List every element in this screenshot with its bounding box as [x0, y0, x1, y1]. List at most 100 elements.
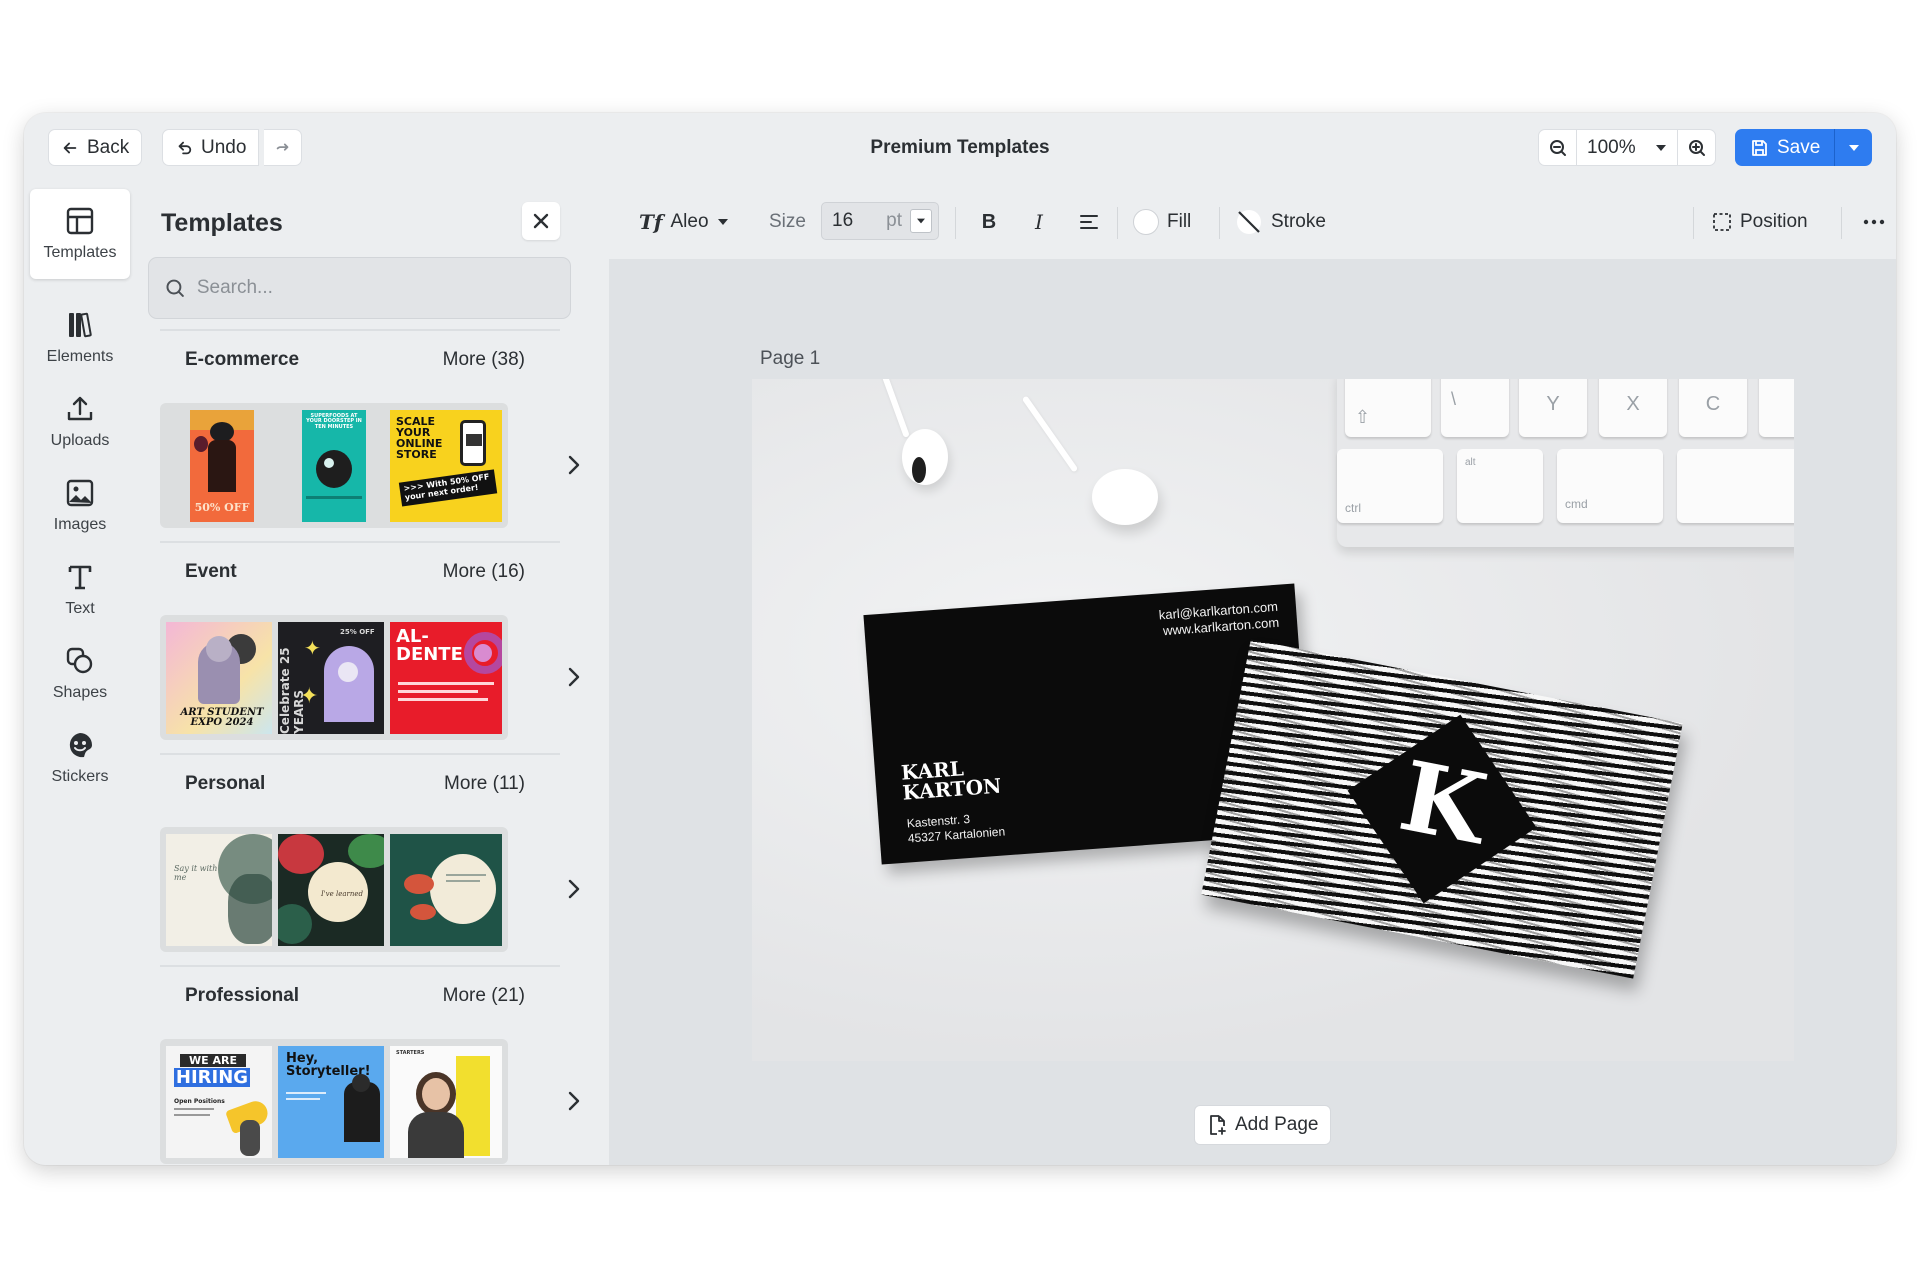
arrow-left-icon [63, 142, 77, 153]
rail-item-stickers[interactable]: Stickers [30, 713, 130, 803]
template-thumbnail[interactable]: STARTERS [384, 1039, 508, 1164]
add-page-label: Add Page [1235, 1114, 1319, 1135]
search-icon [166, 279, 184, 297]
more-icon [1863, 219, 1885, 225]
size-label: Size [769, 211, 806, 232]
bold-icon: B [981, 210, 997, 233]
category-more-link[interactable]: More (16) [443, 561, 525, 583]
align-left-icon [1080, 215, 1098, 229]
rail-item-label: Stickers [51, 768, 109, 785]
divider [955, 207, 956, 239]
save-button[interactable]: Save [1735, 129, 1835, 166]
close-panel-button[interactable] [522, 202, 560, 240]
category-more-link[interactable]: More (38) [443, 349, 525, 371]
more-options-button[interactable] [1859, 203, 1889, 241]
stroke-button[interactable]: Stroke [1235, 203, 1326, 241]
text-icon [68, 565, 92, 590]
fill-label: Fill [1167, 211, 1192, 232]
rail-item-shapes[interactable]: Shapes [30, 629, 130, 719]
editor-area: Tf Aleo Size 16 pt B I Fill Stroke Posit… [609, 185, 1896, 1165]
chevron-right-icon[interactable] [564, 665, 584, 689]
undo-button[interactable]: Undo [162, 129, 260, 166]
zoom-out-button[interactable] [1539, 130, 1576, 165]
template-thumbnail[interactable]: Celebrate 25 YEARS 25% OFF ✦ ✦ [272, 615, 396, 740]
canvas-page[interactable]: ⇧ \ Y X C ctrl alt cmd karl@karlkarton.c… [752, 379, 1794, 1061]
template-thumbnail[interactable]: SCALE YOUR ONLINE STORE >>> With 50% OFF… [384, 403, 508, 528]
template-thumbnail[interactable]: 50% OFF [160, 403, 284, 528]
rail-item-label: Shapes [52, 684, 108, 701]
poster-text: 25% OFF [340, 627, 375, 636]
upload-icon [67, 396, 93, 421]
chevron-right-icon[interactable] [564, 453, 584, 477]
card-name-last: KARTON [901, 773, 1003, 805]
chevron-right-icon[interactable] [564, 877, 584, 901]
template-thumbnail[interactable]: Hey, Storyteller! [272, 1039, 396, 1164]
rail-item-text[interactable]: Text [30, 545, 130, 635]
search-input[interactable] [196, 277, 554, 299]
font-size-field[interactable]: 16 pt [821, 202, 939, 240]
category-name: Personal [185, 773, 266, 794]
poster-text: Say it with me [174, 863, 218, 882]
font-family-select[interactable]: Tf Aleo [639, 203, 729, 241]
align-button[interactable] [1073, 203, 1105, 241]
template-thumbnail[interactable]: WE ARE HIRING Open Positions [160, 1039, 284, 1164]
poster-text: >>> With 50% OFF your next order! [398, 468, 498, 506]
undo-icon [178, 141, 192, 154]
fill-button[interactable]: Fill [1133, 203, 1191, 241]
keyboard-key: Y [1519, 379, 1587, 437]
zoom-level-select[interactable]: 100% [1576, 130, 1678, 165]
sticker-icon [69, 733, 92, 758]
rail-item-elements[interactable]: Elements [30, 293, 130, 383]
position-button[interactable]: Position [1712, 203, 1808, 241]
save-group: Save [1735, 129, 1873, 166]
category-name: Professional [185, 985, 300, 1006]
keyboard-key: ctrl [1337, 449, 1443, 523]
add-page-button[interactable]: Add Page [1194, 1105, 1332, 1145]
chevron-right-icon[interactable] [564, 1089, 584, 1113]
back-button[interactable]: Back [48, 129, 143, 166]
category-more-link[interactable]: More (21) [443, 985, 525, 1007]
template-thumbnail[interactable]: I've learned [272, 827, 396, 952]
category-name: Event [185, 561, 237, 582]
poster-text: I've learned [320, 889, 364, 898]
font-icon: Tf [639, 210, 663, 234]
caret-down-icon [1848, 144, 1859, 151]
rail-item-uploads[interactable]: Uploads [30, 377, 130, 467]
elements-icon [69, 312, 92, 338]
template-thumbnail[interactable] [384, 827, 508, 952]
divider [160, 965, 560, 967]
divider [1693, 207, 1694, 239]
poster-text: SUPERFOODS AT YOUR DOORSTEP IN TEN MINUT… [306, 412, 362, 430]
poster-text: WE ARE [180, 1053, 246, 1067]
template-thumbnail[interactable]: SUPERFOODS AT YOUR DOORSTEP IN TEN MINUT… [272, 403, 396, 528]
rail-item-templates[interactable]: Templates [30, 189, 130, 279]
undo-label: Undo [201, 136, 247, 158]
divider [1117, 207, 1118, 239]
keyboard-key: X [1599, 379, 1667, 437]
font-size-dropdown[interactable] [910, 209, 932, 233]
poster-text: SCALE YOUR ONLINE STORE [396, 414, 443, 461]
category-name: E-commerce [185, 349, 300, 370]
italic-button[interactable]: I [1023, 203, 1055, 241]
bold-button[interactable]: B [973, 203, 1005, 241]
template-thumbnail[interactable]: Say it with me [160, 827, 284, 952]
zoom-in-button[interactable] [1678, 130, 1715, 165]
editor-window: Back Undo Premium Templates 100% Save Te… [24, 113, 1896, 1165]
font-size-unit: pt [886, 210, 902, 231]
redo-button[interactable] [264, 129, 302, 166]
category-more-link[interactable]: More (11) [444, 773, 525, 795]
font-size-value: 16 [832, 210, 854, 231]
poster-text: 50% OFF [194, 500, 250, 514]
rail-item-images[interactable]: Images [30, 461, 130, 551]
save-icon [1752, 139, 1767, 156]
stroke-none-icon [1237, 210, 1261, 234]
save-options-button[interactable] [1834, 129, 1873, 166]
rail-item-label: Templates [43, 244, 117, 261]
rail-item-label: Elements [46, 348, 114, 365]
keyboard-key: alt [1457, 449, 1543, 523]
rail-item-label: Images [53, 516, 107, 533]
template-thumbnail[interactable]: AL-DENTE [384, 615, 508, 740]
template-thumbnail[interactable]: ART STUDENT EXPO 2024 [160, 615, 284, 740]
zoom-control: 100% [1538, 129, 1716, 166]
zoom-in-icon [1688, 139, 1705, 156]
